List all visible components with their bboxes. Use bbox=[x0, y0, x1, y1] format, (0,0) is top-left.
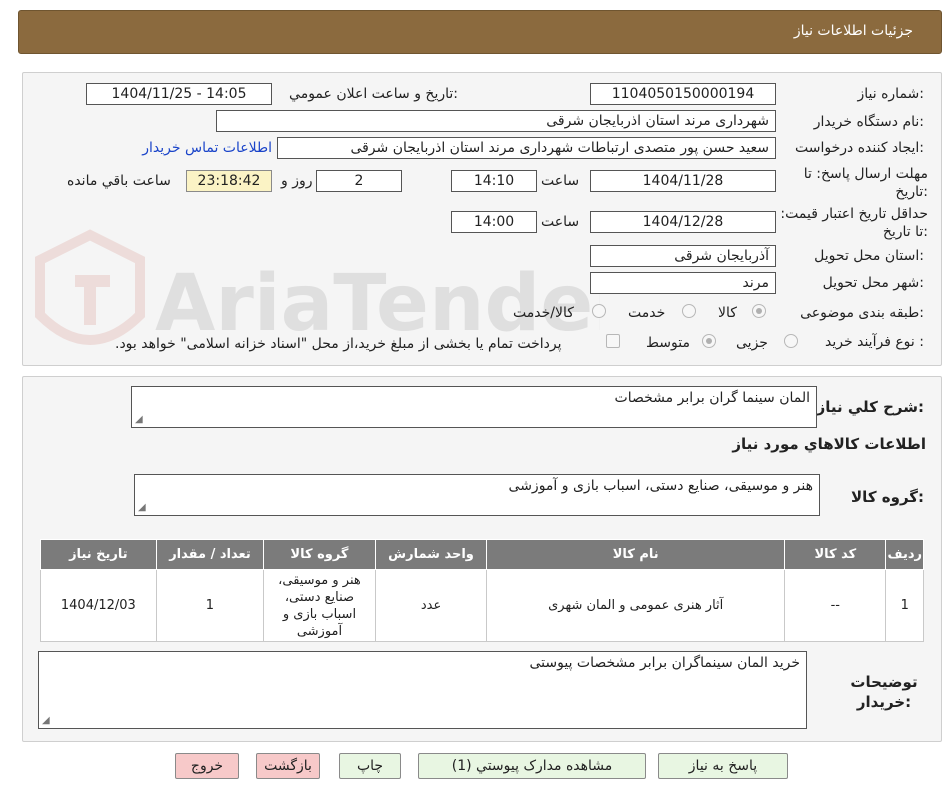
price-validity-time: 14:00 bbox=[451, 211, 537, 233]
reply-time-label: ساعت bbox=[541, 173, 580, 189]
goods-table: رديف کد کالا نام کالا واحد شمارش گروه کا… bbox=[40, 539, 924, 642]
col-code: کد کالا bbox=[784, 539, 887, 570]
days-label: روز و bbox=[281, 173, 313, 189]
subject-goods-service-radio[interactable] bbox=[592, 304, 606, 318]
goods-group-text: هنر و موسیقی، صنایع دستی، اسباب بازی و آ… bbox=[508, 478, 813, 494]
requester-field: سعید حسن پور متصدی ارتباطات شهرداری مرند… bbox=[277, 137, 776, 159]
city-field: مرند bbox=[590, 272, 776, 294]
summary-textarea[interactable]: المان سینما گران برابر مشخصات ◢ bbox=[131, 386, 817, 428]
cell-need-date: 1404/12/03 bbox=[40, 569, 157, 642]
cell-unit: عدد bbox=[374, 569, 488, 642]
col-row: رديف bbox=[885, 539, 924, 570]
remaining-time-counter: 23:18:42 bbox=[186, 170, 272, 192]
process-minor-label: جزیی bbox=[736, 335, 768, 351]
col-unit: واحد شمارش bbox=[374, 539, 488, 570]
process-medium-label: متوسط bbox=[646, 335, 690, 351]
price-validity-time-label: ساعت bbox=[541, 214, 580, 230]
print-button[interactable]: چاپ bbox=[339, 753, 401, 779]
announce-datetime-field: 1404/11/25 - 14:05 bbox=[86, 83, 272, 105]
buyer-notes-label: توضیحات خریدار: bbox=[850, 673, 918, 711]
table-header-row: رديف کد کالا نام کالا واحد شمارش گروه کا… bbox=[40, 539, 924, 570]
back-button[interactable]: بازگشت bbox=[256, 753, 320, 779]
summary-label: شرح کلي نياز: bbox=[816, 398, 924, 416]
buyer-notes-text: خرید المان سینماگران برابر مشخصات پیوستی bbox=[529, 655, 801, 671]
goods-group-label: گروه کالا: bbox=[851, 488, 924, 506]
treasury-bonds-checkbox[interactable] bbox=[606, 334, 620, 348]
price-validity-label: حداقل تاريخ اعتبار قيمت: تا تاريخ: bbox=[780, 206, 928, 240]
view-attachments-button[interactable]: مشاهده مدارک پيوستي (1) bbox=[418, 753, 646, 779]
goods-info-title: اطلاعات کالاهاي مورد نياز bbox=[732, 435, 926, 453]
need-number-label: شماره نیاز: bbox=[857, 86, 924, 102]
col-name: نام کالا bbox=[486, 539, 786, 570]
buyer-org-field: شهرداری مرند استان اذربایجان شرقی bbox=[216, 110, 776, 132]
page-header: جزئیات اطلاعات نیاز bbox=[18, 10, 942, 54]
reply-days-remaining: 2 bbox=[316, 170, 402, 192]
subject-service-label: خدمت bbox=[628, 305, 666, 321]
resize-grip-icon[interactable]: ◢ bbox=[135, 414, 143, 425]
province-label: استان محل تحویل: bbox=[814, 248, 924, 264]
announce-datetime-label: تاريخ و ساعت اعلان عمومي: bbox=[289, 86, 458, 102]
cell-quantity: 1 bbox=[155, 569, 265, 642]
treasury-bonds-note: پرداخت تمام یا بخشی از مبلغ خرید،از محل … bbox=[115, 336, 562, 352]
col-need-date: تاريخ نياز bbox=[40, 539, 157, 570]
process-type-label: نوع فرآیند خرید : bbox=[825, 334, 924, 350]
cell-name: آثار هنری عمومی و المان شهری bbox=[486, 569, 786, 642]
exit-button[interactable]: خروج bbox=[175, 753, 239, 779]
reply-deadline-date: 1404/11/28 bbox=[590, 170, 776, 192]
col-quantity: تعداد / مقدار bbox=[155, 539, 265, 570]
buyer-contact-link[interactable]: اطلاعات تماس خريدار bbox=[142, 140, 272, 156]
requester-label: ایجاد کننده درخواست: bbox=[795, 140, 924, 156]
col-group: گروه کالا bbox=[263, 539, 376, 570]
resize-grip-icon[interactable]: ◢ bbox=[138, 502, 146, 513]
buyer-notes-textarea[interactable]: خرید المان سینماگران برابر مشخصات پیوستی… bbox=[38, 651, 807, 729]
subject-goods-label: کالا bbox=[718, 305, 737, 321]
cell-row: 1 bbox=[885, 569, 924, 642]
reply-deadline-label: مهلت ارسال پاسخ: تا تاریخ: bbox=[803, 166, 928, 200]
buyer-org-label: نام دستگاه خريدار: bbox=[813, 114, 924, 130]
subject-goods-radio[interactable] bbox=[752, 304, 766, 318]
process-medium-radio[interactable] bbox=[702, 334, 716, 348]
goods-group-textarea[interactable]: هنر و موسیقی، صنایع دستی، اسباب بازی و آ… bbox=[134, 474, 820, 516]
city-label: شهر محل تحویل: bbox=[822, 275, 924, 291]
subject-service-radio[interactable] bbox=[682, 304, 696, 318]
cell-group: هنر و موسیقی، صنایع دستی، اسباب بازی و آ… bbox=[263, 569, 376, 642]
resize-grip-icon[interactable]: ◢ bbox=[42, 715, 50, 726]
subject-goods-service-label: کالا/خدمت bbox=[513, 305, 574, 321]
summary-text: المان سینما گران برابر مشخصات bbox=[614, 390, 810, 406]
reply-deadline-time: 14:10 bbox=[451, 170, 537, 192]
table-row: 1 -- آثار هنری عمومی و المان شهری عدد هن… bbox=[40, 569, 924, 642]
cell-code: -- bbox=[784, 569, 887, 642]
reply-button[interactable]: پاسخ به نياز bbox=[658, 753, 788, 779]
page-title: جزئیات اطلاعات نیاز bbox=[793, 23, 913, 39]
subject-class-label: طبقه بندی موضوعی: bbox=[800, 305, 924, 321]
remaining-time-label: ساعت باقي مانده bbox=[67, 173, 171, 189]
price-validity-date: 1404/12/28 bbox=[590, 211, 776, 233]
province-field: آذربایجان شرقی bbox=[590, 245, 776, 267]
process-minor-radio[interactable] bbox=[784, 334, 798, 348]
need-number-field: 1104050150000194 bbox=[590, 83, 776, 105]
